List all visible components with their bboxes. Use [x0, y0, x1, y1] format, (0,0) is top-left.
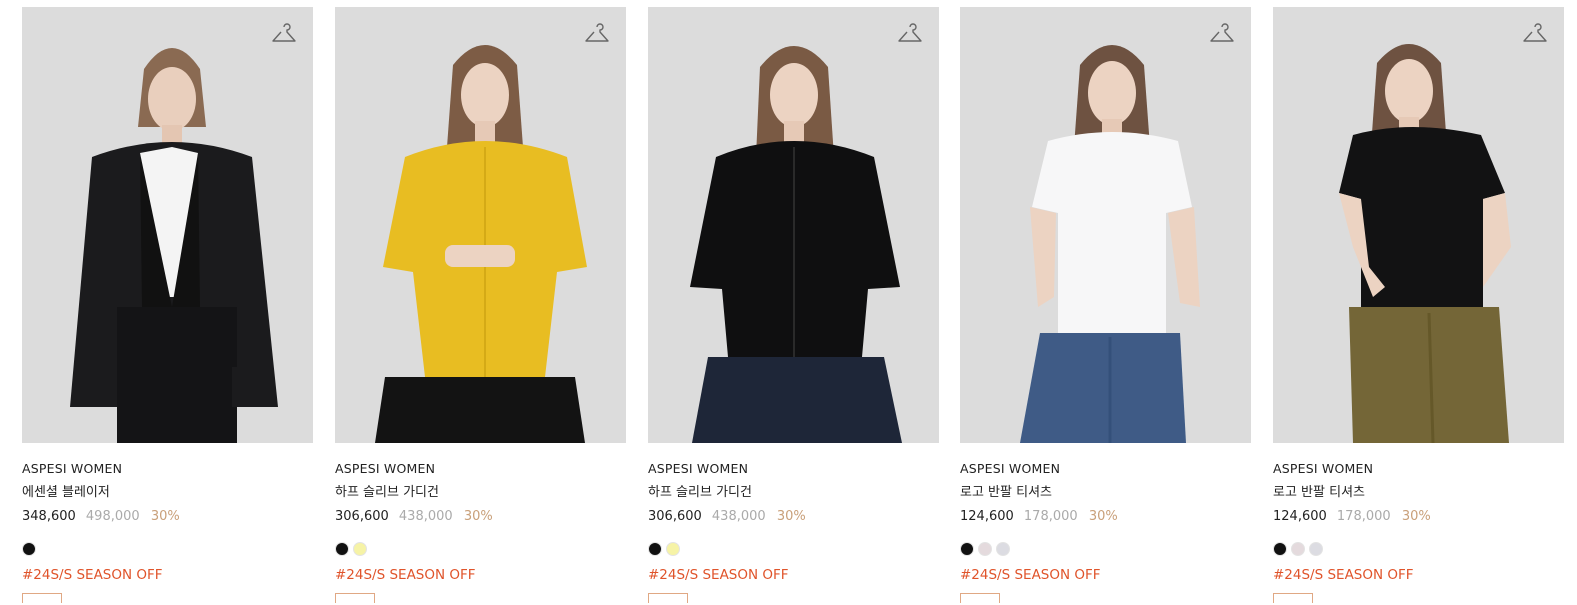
hanger-icon[interactable] — [1522, 23, 1548, 49]
product-card[interactable]: ASPESI WOMEN 에센셜 블레이저 348,600 498,000 30… — [22, 7, 313, 603]
hanger-icon[interactable] — [584, 23, 610, 49]
product-image[interactable] — [1273, 7, 1564, 443]
hanger-icon[interactable] — [271, 23, 297, 49]
color-swatch[interactable] — [996, 542, 1010, 556]
product-name[interactable]: 하프 슬리브 가디건 — [648, 484, 939, 501]
product-brand[interactable]: ASPESI WOMEN — [1273, 461, 1564, 477]
sale-price: 124,600 — [960, 509, 1014, 524]
product-brand[interactable]: ASPESI WOMEN — [335, 461, 626, 477]
discount-rate: 30% — [463, 509, 493, 524]
color-swatch[interactable] — [978, 542, 992, 556]
sale-price: 306,600 — [648, 509, 702, 524]
product-card[interactable]: ASPESI WOMEN 하프 슬리브 가디건 306,600 438,000 … — [335, 7, 626, 603]
price-row: 306,600 438,000 30% — [648, 508, 939, 525]
product-image[interactable] — [22, 7, 313, 443]
color-swatch[interactable] — [960, 542, 974, 556]
original-price: 438,000 — [398, 509, 453, 524]
badge — [960, 593, 1000, 603]
original-price: 178,000 — [1336, 509, 1391, 524]
product-name[interactable]: 하프 슬리브 가디건 — [335, 484, 626, 501]
model-photo-black-cardigan — [648, 7, 939, 443]
product-brand[interactable]: ASPESI WOMEN — [22, 461, 313, 477]
model-photo-black-tee — [1273, 7, 1564, 443]
promo-tag[interactable]: #24S/S SEASON OFF — [22, 567, 313, 584]
product-image[interactable] — [335, 7, 626, 443]
hanger-icon[interactable] — [1209, 23, 1235, 49]
price-row: 348,600 498,000 30% — [22, 508, 313, 525]
color-swatch[interactable] — [353, 542, 367, 556]
color-swatches — [1273, 542, 1564, 557]
model-photo-blazer — [22, 7, 313, 443]
color-swatch[interactable] — [22, 542, 36, 556]
color-swatch[interactable] — [666, 542, 680, 556]
promo-tag[interactable]: #24S/S SEASON OFF — [335, 567, 626, 584]
discount-rate: 30% — [1088, 509, 1118, 524]
badge — [648, 593, 688, 603]
discount-rate: 30% — [1401, 509, 1431, 524]
product-card[interactable]: ASPESI WOMEN 로고 반팔 티셔츠 124,600 178,000 3… — [1273, 7, 1564, 603]
color-swatches — [335, 542, 626, 557]
product-name[interactable]: 로고 반팔 티셔츠 — [960, 484, 1251, 501]
price-row: 124,600 178,000 30% — [1273, 508, 1564, 525]
model-photo-white-tee — [960, 7, 1251, 443]
price-row: 124,600 178,000 30% — [960, 508, 1251, 525]
model-photo-yellow-cardigan — [335, 7, 626, 443]
sale-price: 124,600 — [1273, 509, 1327, 524]
promo-tag[interactable]: #24S/S SEASON OFF — [1273, 567, 1564, 584]
product-image[interactable] — [648, 7, 939, 443]
product-brand[interactable]: ASPESI WOMEN — [960, 461, 1251, 477]
product-name[interactable]: 로고 반팔 티셔츠 — [1273, 484, 1564, 501]
original-price: 438,000 — [711, 509, 766, 524]
color-swatch[interactable] — [1291, 542, 1305, 556]
color-swatch[interactable] — [335, 542, 349, 556]
sale-price: 348,600 — [22, 509, 76, 524]
color-swatches — [648, 542, 939, 557]
original-price: 498,000 — [85, 509, 140, 524]
product-card[interactable]: ASPESI WOMEN 하프 슬리브 가디건 306,600 438,000 … — [648, 7, 939, 603]
hanger-icon[interactable] — [897, 23, 923, 49]
promo-tag[interactable]: #24S/S SEASON OFF — [648, 567, 939, 584]
discount-rate: 30% — [150, 509, 180, 524]
product-card[interactable]: ASPESI WOMEN 로고 반팔 티셔츠 124,600 178,000 3… — [960, 7, 1251, 603]
product-image[interactable] — [960, 7, 1251, 443]
sale-price: 306,600 — [335, 509, 389, 524]
badge — [1273, 593, 1313, 603]
product-name[interactable]: 에센셜 블레이저 — [22, 484, 313, 501]
color-swatch[interactable] — [1273, 542, 1287, 556]
discount-rate: 30% — [776, 509, 806, 524]
badge — [335, 593, 375, 603]
price-row: 306,600 438,000 30% — [335, 508, 626, 525]
product-brand[interactable]: ASPESI WOMEN — [648, 461, 939, 477]
promo-tag[interactable]: #24S/S SEASON OFF — [960, 567, 1251, 584]
color-swatches — [960, 542, 1251, 557]
badge — [22, 593, 62, 603]
product-grid: ASPESI WOMEN 에센셜 블레이저 348,600 498,000 30… — [0, 0, 1577, 605]
color-swatch[interactable] — [648, 542, 662, 556]
color-swatch[interactable] — [1309, 542, 1323, 556]
color-swatches — [22, 542, 313, 557]
original-price: 178,000 — [1023, 509, 1078, 524]
